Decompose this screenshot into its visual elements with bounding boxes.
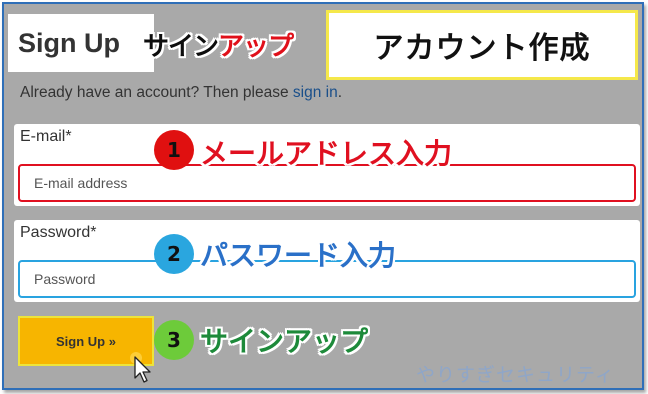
mouse-cursor-icon: [130, 352, 152, 388]
step-1-badge: 1: [154, 130, 194, 170]
step-2-badge: 2: [154, 234, 194, 274]
signin-prompt-text: Already have an account? Then please: [20, 84, 293, 101]
page-title: Sign Up: [18, 28, 120, 58]
title-jp-annotation: サインアップ: [143, 26, 294, 63]
step-3-badge: 3: [154, 320, 194, 360]
email-placeholder: E-mail address: [34, 175, 128, 191]
signup-button-label: Sign Up »: [56, 333, 116, 349]
step-3-annotation: サインアップ: [200, 325, 369, 358]
signin-prompt-suffix: .: [337, 84, 343, 101]
password-placeholder: Password: [34, 271, 96, 287]
signin-prompt: Already have an account? Then please sig…: [20, 84, 342, 102]
email-label: E-mail*: [20, 128, 72, 145]
password-label: Password*: [20, 224, 97, 241]
step-2-annotation: パスワード入力: [200, 239, 397, 272]
caption-text: アカウント作成: [373, 31, 591, 66]
step-1-annotation: メールアドレス入力: [200, 137, 453, 170]
signin-link[interactable]: sign in: [293, 84, 338, 101]
title-jp-red: アップ: [218, 32, 294, 62]
caption-box: アカウント作成: [326, 10, 638, 80]
screenshot-frame: Sign Up サインアップ アカウント作成 Already have an a…: [2, 2, 644, 390]
title-jp-black: サイン: [143, 32, 219, 62]
watermark: やりすぎセキュリティ: [416, 364, 615, 386]
